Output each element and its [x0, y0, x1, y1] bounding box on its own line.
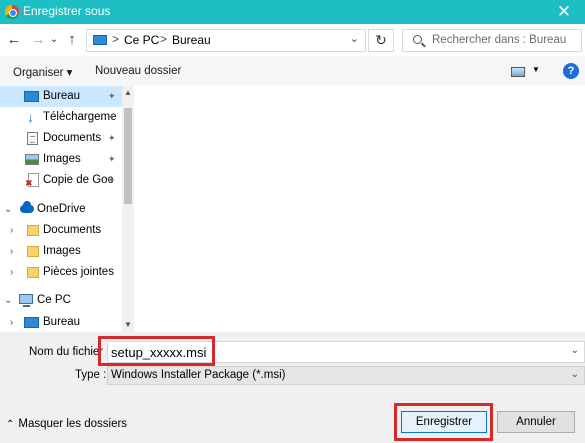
- scroll-up-icon[interactable]: ▲: [122, 86, 134, 100]
- hide-folders-button[interactable]: ⌃ Masquer les dossiers: [6, 418, 127, 430]
- pin-icon: ✦: [108, 175, 116, 185]
- help-icon[interactable]: ?: [563, 63, 579, 79]
- file-type-value: Windows Installer Package (*.msi): [111, 369, 286, 381]
- chevron-down-icon[interactable]: ⌄: [4, 199, 12, 220]
- chevron-down-icon[interactable]: ⌄: [4, 290, 12, 311]
- chevron-right-icon[interactable]: ›: [10, 262, 13, 283]
- hide-folders-label: Masquer les dossiers: [18, 418, 128, 430]
- back-button[interactable]: ←: [4, 30, 24, 50]
- folder-icon: [27, 267, 39, 278]
- search-icon: [413, 35, 422, 44]
- file-type-select[interactable]: Windows Installer Package (*.msi) ⌄: [107, 366, 585, 385]
- desktop-icon: [24, 91, 39, 102]
- close-button[interactable]: ✕: [543, 0, 585, 24]
- save-highlight: [394, 403, 493, 441]
- command-bar: Organiser ▾ Nouveau dossier ▼ ?: [0, 56, 585, 86]
- sidebar-item-onedrive[interactable]: ⌄ OneDrive: [0, 199, 122, 220]
- sidebar-item-telechargements[interactable]: ↓ Téléchargeme ✦: [0, 107, 122, 128]
- search-input[interactable]: Rechercher dans : Bureau: [402, 29, 582, 52]
- pin-icon: ✦: [108, 91, 116, 101]
- file-icon: [25, 173, 39, 188]
- sidebar-item-label: Bureau: [43, 90, 81, 102]
- window-title: Enregistrer sous: [23, 4, 111, 18]
- sidebar-item-label: OneDrive: [37, 203, 86, 215]
- view-icon[interactable]: [511, 67, 525, 77]
- breadcrumb-ce-pc[interactable]: Ce PC: [124, 33, 159, 47]
- pc-icon: [19, 294, 33, 307]
- new-folder-button[interactable]: Nouveau dossier: [95, 65, 181, 77]
- desktop-icon: [93, 35, 107, 45]
- scroll-down-icon[interactable]: ▼: [122, 318, 134, 332]
- sidebar-scrollbar[interactable]: ▲ ▼: [122, 86, 134, 332]
- pin-icon: ✦: [108, 154, 116, 164]
- sidebar-item-label: Bureau: [43, 316, 81, 328]
- filename-highlight: [98, 336, 215, 366]
- breadcrumb-separator: >: [160, 32, 168, 46]
- chevron-right-icon[interactable]: ›: [10, 312, 13, 332]
- breadcrumb-separator: >: [112, 32, 120, 46]
- sidebar-item-label: Documents: [43, 132, 102, 144]
- sidebar-item-documents[interactable]: Documents ✦: [0, 128, 122, 149]
- view-dropdown-icon[interactable]: ▼: [532, 65, 540, 74]
- type-label: Type :: [75, 369, 107, 381]
- sidebar-item-images[interactable]: Images ✦: [0, 149, 122, 170]
- chevron-down-icon[interactable]: ⌄: [571, 369, 579, 380]
- sidebar-item-label: Pièces jointes: [43, 266, 114, 278]
- address-bar[interactable]: > Ce PC > Bureau ⌄: [86, 29, 366, 52]
- refresh-button[interactable]: ↻: [368, 29, 394, 52]
- up-button[interactable]: ↑: [62, 30, 82, 50]
- sidebar-item-onedrive-images[interactable]: › Images: [0, 241, 122, 262]
- sidebar-item-label: Téléchargeme: [43, 111, 117, 123]
- sidebar-item-ce-pc[interactable]: ⌄ Ce PC: [0, 290, 122, 311]
- sidebar-item-onedrive-documents[interactable]: › Documents: [0, 220, 122, 241]
- sidebar-item-label: Documents: [43, 224, 102, 236]
- sidebar-item-copie-de-goc[interactable]: Copie de Goc ✦: [0, 170, 122, 191]
- sidebar-item-ce-pc-bureau[interactable]: › Bureau: [0, 312, 122, 332]
- forward-button[interactable]: →: [28, 30, 48, 50]
- recent-locations-button[interactable]: ⌄: [48, 30, 60, 50]
- sidebar-item-label: Images: [43, 153, 81, 165]
- chrome-icon: [5, 5, 19, 19]
- sidebar-item-bureau[interactable]: Bureau ✦: [0, 86, 122, 107]
- sidebar-item-pieces-jointes[interactable]: › Pièces jointes: [0, 262, 122, 283]
- navigation-bar: ← → ⌄ ↑ > Ce PC > Bureau ⌄ ↻ Rechercher …: [0, 24, 585, 56]
- cancel-button[interactable]: Annuler: [497, 411, 575, 433]
- chevron-down-icon[interactable]: ⌄: [571, 345, 579, 356]
- desktop-icon: [24, 317, 39, 328]
- cloud-icon: [20, 201, 34, 213]
- search-placeholder: Rechercher dans : Bureau: [432, 34, 567, 46]
- organize-button[interactable]: Organiser ▾: [13, 65, 72, 79]
- file-list-area[interactable]: [134, 86, 585, 332]
- chevron-down-icon[interactable]: ⌄: [350, 32, 359, 45]
- folder-icon: [27, 225, 39, 236]
- breadcrumb-bureau[interactable]: Bureau: [172, 33, 211, 47]
- scrollbar-thumb[interactable]: [124, 108, 132, 204]
- pin-icon: ✦: [108, 112, 116, 122]
- documents-icon: [27, 132, 38, 145]
- sidebar-item-label: Images: [43, 245, 81, 257]
- navigation-pane: Bureau ✦ ↓ Téléchargeme ✦ Documents ✦ Im…: [0, 86, 122, 332]
- images-icon: [25, 154, 39, 165]
- pin-icon: ✦: [108, 133, 116, 143]
- sidebar-item-label: Copie de Goc: [43, 174, 114, 186]
- chevron-right-icon[interactable]: ›: [10, 220, 13, 241]
- download-icon: ↓: [27, 109, 34, 125]
- chevron-up-icon: ⌃: [6, 419, 15, 430]
- sidebar-item-label: Ce PC: [37, 294, 71, 306]
- chevron-right-icon[interactable]: ›: [10, 241, 13, 262]
- folder-icon: [27, 246, 39, 257]
- title-bar: Enregistrer sous ✕: [0, 0, 585, 24]
